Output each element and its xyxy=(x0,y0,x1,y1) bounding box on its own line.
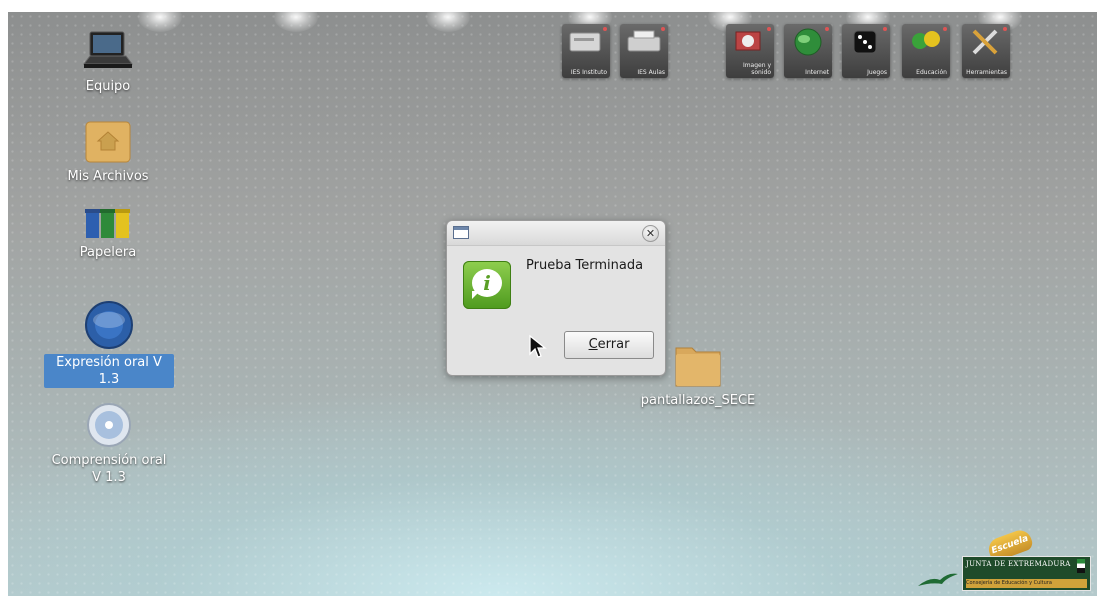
dialog-titlebar[interactable]: ✕ xyxy=(447,221,665,246)
consejeria-text: Consejería de Educación y Cultura xyxy=(966,579,1087,588)
launcher-educacion[interactable]: Educación xyxy=(902,24,950,78)
mouse-cursor-icon xyxy=(529,334,547,358)
bird-logo-icon xyxy=(918,573,958,586)
launcher-label: Internet xyxy=(805,69,829,76)
desktop-icon-papelera[interactable]: Papelera xyxy=(48,206,168,261)
printer-icon xyxy=(627,30,661,52)
launcher-label: Juegos xyxy=(867,69,887,76)
home-folder-icon xyxy=(84,120,132,164)
launcher-ies-aulas[interactable]: IES Aulas xyxy=(620,24,668,78)
cerrar-button[interactable]: Cerrar xyxy=(564,331,654,359)
launcher-label: Herramientas xyxy=(966,69,1007,76)
launcher-ies-instituto[interactable]: IES Instituto xyxy=(562,24,610,78)
globe-app-icon xyxy=(84,300,134,350)
desktop-icon-label: Equipo xyxy=(85,79,131,94)
mnemonic: C xyxy=(588,337,598,352)
recycle-bins-icon xyxy=(82,206,134,240)
desktop-icon-label: Mis Archivos xyxy=(67,169,149,184)
disc-app-icon xyxy=(86,402,132,448)
window-icon xyxy=(453,226,469,239)
spotlight xyxy=(274,12,318,32)
launcher-herramientas[interactable]: Herramientas xyxy=(962,24,1010,78)
launcher-label: Educación xyxy=(916,69,947,76)
launcher-internet[interactable]: Internet xyxy=(784,24,832,78)
desktop-icon-label: Papelera xyxy=(79,245,137,260)
laptop-icon xyxy=(80,26,136,74)
launcher-label: IES Aulas xyxy=(637,69,665,76)
spotlight xyxy=(426,12,470,32)
desktop-icon-label: Comprensión oral V 1.3 xyxy=(51,453,167,485)
message-dialog: ✕ i Prueba Terminada Cerrar xyxy=(446,220,666,376)
button-label: errar xyxy=(597,337,630,352)
close-button[interactable]: ✕ xyxy=(642,225,659,242)
launcher-imagen-sonido[interactable]: Imagen y sonido xyxy=(726,24,774,78)
desktop-icon-expresion-oral[interactable]: Expresión oral V 1.3 xyxy=(44,300,174,388)
branding-logo: Escuela JUNTA DE EXTREMADURA Consejería … xyxy=(916,527,1094,594)
junta-text: JUNTA DE EXTREMADURA xyxy=(966,560,1071,568)
tools-icon xyxy=(972,29,998,55)
linex-edu-icon xyxy=(912,31,940,49)
desktop-icon-label: Expresión oral V 1.3 xyxy=(44,354,174,388)
desktop-icon-comprension-oral[interactable]: Comprensión oral V 1.3 xyxy=(44,402,174,486)
launcher-label: IES Instituto xyxy=(570,69,607,76)
globe-icon xyxy=(794,28,822,56)
flag-icon xyxy=(1077,559,1085,573)
launcher-juegos[interactable]: Juegos xyxy=(842,24,890,78)
media-icon xyxy=(735,31,761,51)
junta-logo: JUNTA DE EXTREMADURA Consejería de Educa… xyxy=(962,556,1091,591)
dialog-message: Prueba Terminada xyxy=(526,258,644,273)
dice-icon xyxy=(853,30,877,54)
info-icon: i xyxy=(463,261,511,309)
desktop-icon-mis-archivos[interactable]: Mis Archivos xyxy=(48,120,168,185)
folder-icon xyxy=(674,342,722,388)
launcher-label: Imagen y sonido xyxy=(742,62,771,76)
desktop-icon-label: pantallazos_SECE xyxy=(640,393,756,408)
server-icon xyxy=(569,32,601,52)
desktop-icon-equipo[interactable]: Equipo xyxy=(48,26,168,95)
